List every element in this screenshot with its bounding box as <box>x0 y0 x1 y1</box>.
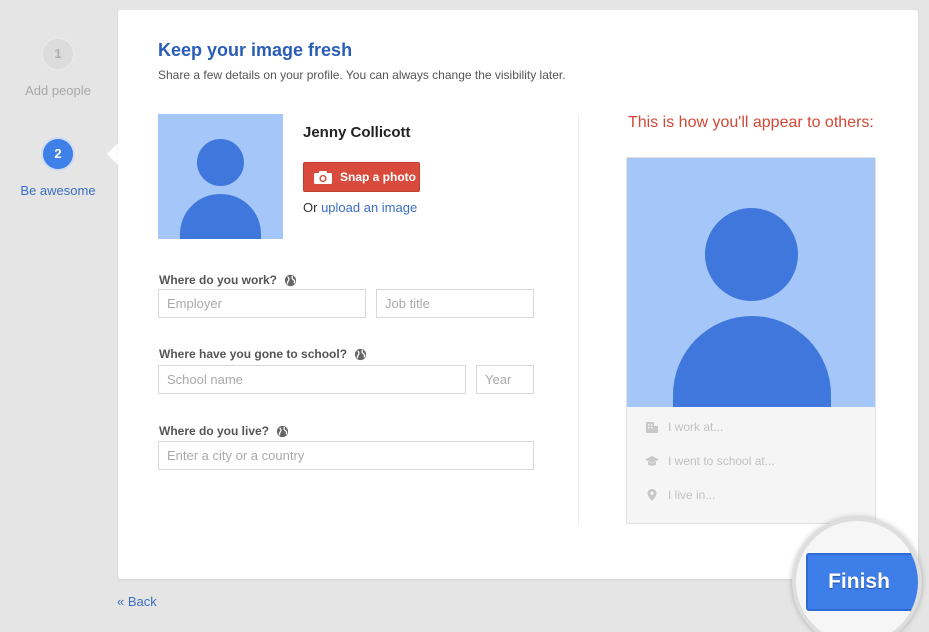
school-question: Where have you gone to school? <box>159 347 367 361</box>
graduation-cap-icon <box>645 456 659 466</box>
column-divider <box>578 115 579 525</box>
work-question-label: Where do you work? <box>159 273 278 287</box>
preview-live-row: I live in... <box>645 488 715 502</box>
camera-icon <box>314 170 332 184</box>
page-subtitle: Share a few details on your profile. You… <box>158 68 566 82</box>
upload-line: Or upload an image <box>303 200 417 215</box>
snap-photo-button[interactable]: Snap a photo <box>303 162 420 192</box>
page-title: Keep your image fresh <box>158 40 353 60</box>
step-label: Be awesome <box>20 183 96 198</box>
step-be-awesome[interactable]: 2 Be awesome <box>8 137 108 198</box>
finish-button[interactable]: Finish <box>806 553 918 611</box>
city-input[interactable] <box>158 441 534 470</box>
preview-school-row: I went to school at... <box>645 454 775 468</box>
preview-live-text: I live in... <box>668 488 716 502</box>
step-label: Add people <box>25 83 91 98</box>
school-name-input[interactable] <box>158 365 466 394</box>
preview-work-row: I work at... <box>645 420 723 434</box>
profile-name: Jenny Collicott <box>303 124 411 141</box>
step-number: 1 <box>41 37 75 71</box>
preview-title: This is how you'll appear to others: <box>628 114 874 131</box>
work-question: Where do you work? <box>159 273 297 287</box>
globe-icon[interactable] <box>284 274 297 287</box>
preview-card: I work at... I went to school at... I li… <box>626 157 876 524</box>
year-input[interactable] <box>476 365 534 394</box>
preview-school-text: I went to school at... <box>668 454 775 468</box>
building-icon <box>646 422 658 433</box>
upload-prefix: Or <box>303 200 322 215</box>
globe-icon[interactable] <box>354 348 367 361</box>
step-add-people[interactable]: 1 Add people <box>8 37 108 98</box>
preview-work-text: I work at... <box>668 420 724 434</box>
preview-avatar <box>627 158 875 407</box>
school-question-label: Where have you gone to school? <box>159 347 348 361</box>
avatar-head <box>197 139 244 186</box>
live-question-label: Where do you live? <box>159 424 270 438</box>
map-pin-icon <box>647 489 657 501</box>
step-number: 2 <box>41 137 75 171</box>
back-link[interactable]: « Back <box>117 594 157 609</box>
card-pointer-arrow <box>107 143 118 165</box>
employer-input[interactable] <box>158 289 366 318</box>
upload-image-link[interactable]: upload an image <box>321 200 417 215</box>
profile-card: Keep your image fresh Share a few detail… <box>118 10 918 579</box>
live-question: Where do you live? <box>159 424 289 438</box>
avatar-body <box>180 194 261 239</box>
profile-avatar <box>158 114 283 239</box>
globe-icon[interactable] <box>276 425 289 438</box>
avatar-head <box>705 208 798 301</box>
snap-photo-label: Snap a photo <box>340 170 416 184</box>
job-title-input[interactable] <box>376 289 534 318</box>
avatar-body <box>673 316 831 407</box>
